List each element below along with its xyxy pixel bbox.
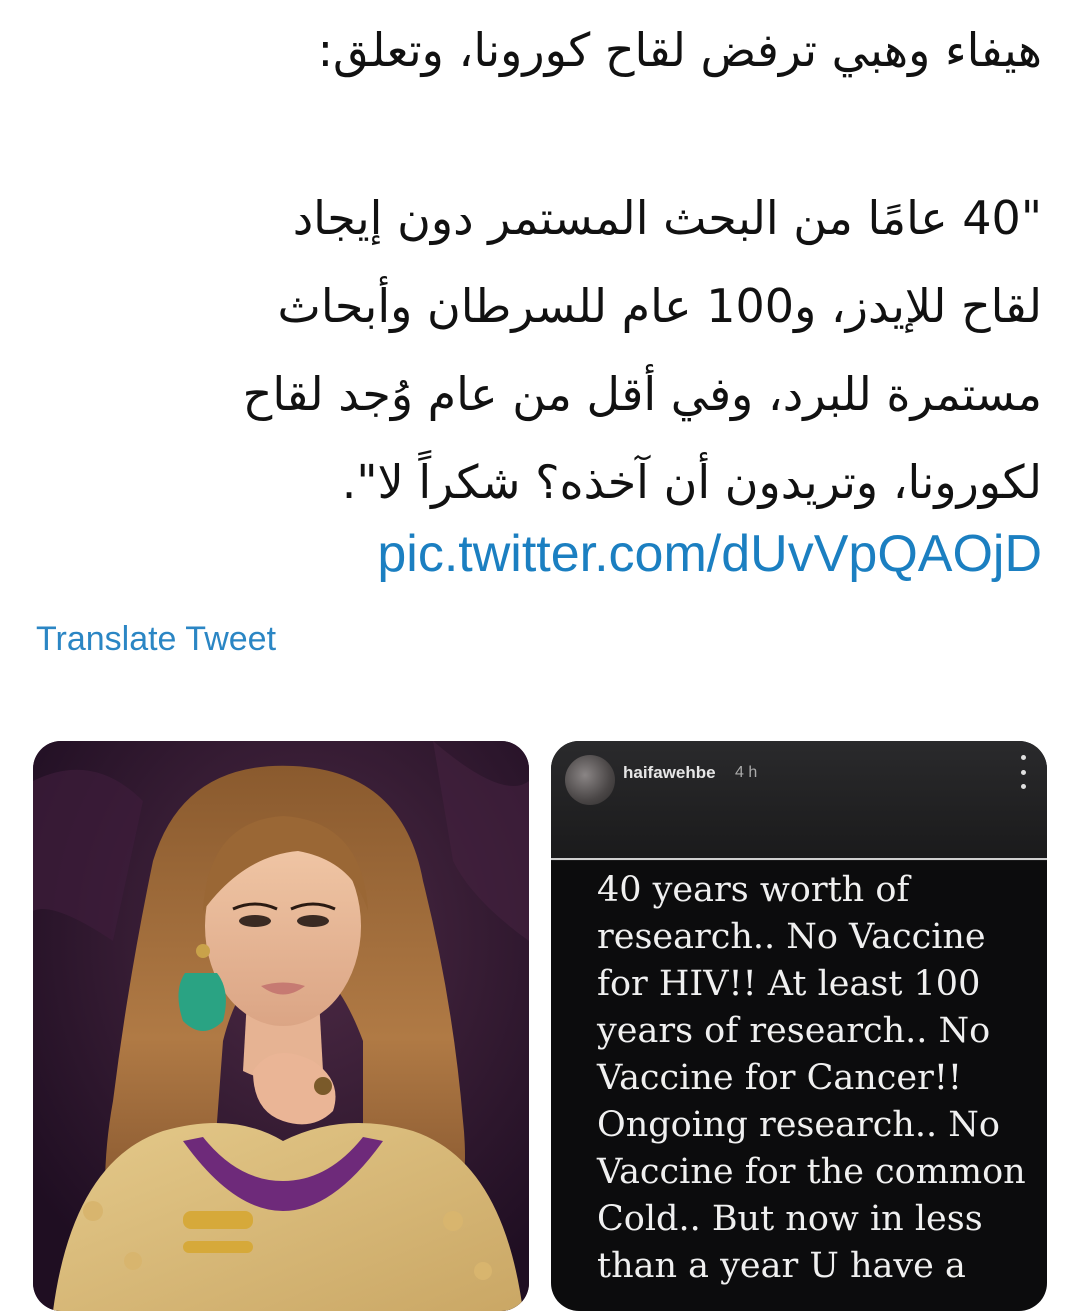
tweet-quote-line: مستمرة للبرد، وفي أقل من عام وُجد لقاح [242,367,1042,421]
story-timestamp: 4 h [735,764,758,781]
story-header: haifawehbe 4 h [551,741,1047,861]
instagram-story-image[interactable]: haifawehbe 4 h 40 years worth of researc… [551,741,1047,1311]
tweet-quote-line: لقاح للإيدز، و100 عام للسرطان وأبحاث [277,279,1042,333]
portrait-illustration [33,741,529,1311]
story-username[interactable]: haifawehbe [623,763,716,783]
avatar[interactable] [565,755,615,805]
story-text-line: Cold.. But now in less [597,1199,983,1239]
story-divider [551,858,1047,860]
story-text-line: Ongoing research.. No [597,1105,1000,1145]
more-vertical-icon[interactable] [1015,755,1031,789]
tweet-quote: "40 عامًا من البحث المستمر دون إيجاد لقا… [32,174,1042,526]
story-text-line: Vaccine for the common [597,1152,1026,1192]
tweet-text: هيفاء وهبي ترفض لقاح كورونا، وتعلق: "40 … [32,18,1042,526]
story-text-line: than a year U have a [597,1246,966,1286]
tweet-headline: هيفاء وهبي ترفض لقاح كورونا، وتعلق: [317,23,1042,77]
tweet-media-link[interactable]: pic.twitter.com/dUvVpQAOjD [377,522,1042,586]
story-text-line: Vaccine for Cancer!! [597,1058,962,1098]
story-text-line: 40 years worth of [597,870,910,910]
story-text-line: for HIV!! At least 100 [597,964,981,1004]
story-text-line: years of research.. No [597,1011,991,1051]
story-text-line: research.. No Vaccine [597,917,986,957]
translate-tweet-button[interactable]: Translate Tweet [36,620,276,659]
tweet-quote-line: "40 عامًا من البحث المستمر دون إيجاد [292,191,1042,245]
story-text: 40 years worth of research.. No Vaccine … [597,867,1037,1290]
tweet-photo[interactable] [33,741,529,1311]
tweet-quote-line: لكورونا، وتريدون أن آخذه؟ شكراً لا". [341,455,1042,509]
